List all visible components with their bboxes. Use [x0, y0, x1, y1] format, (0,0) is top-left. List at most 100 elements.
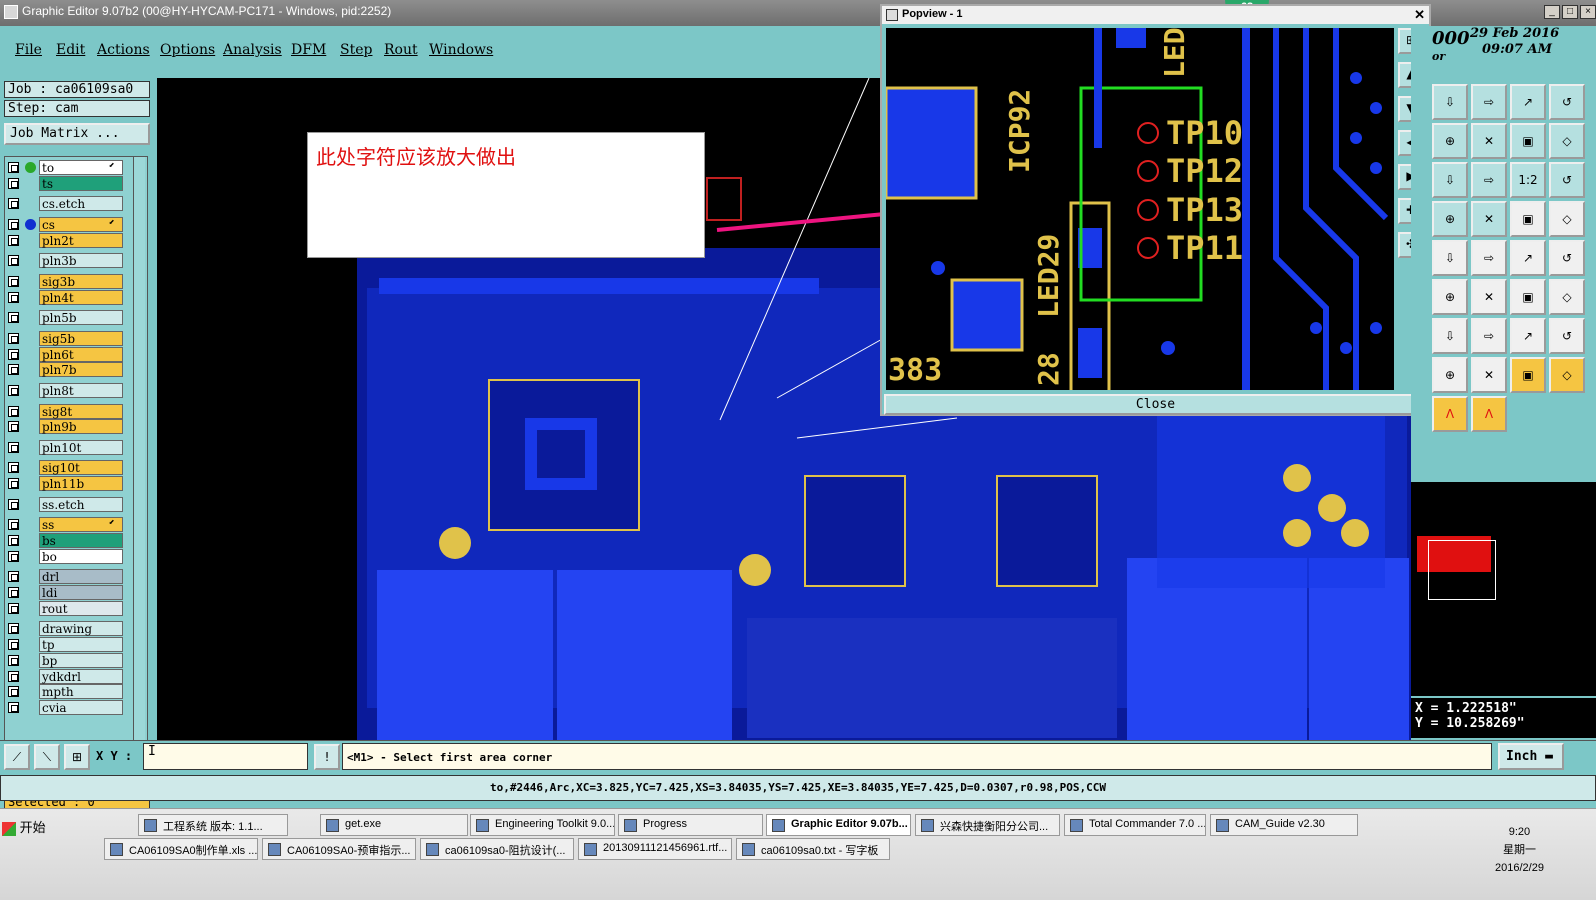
xy-input[interactable]: I [143, 743, 308, 770]
layer-row-drl[interactable]: drl [5, 569, 123, 584]
layer-name[interactable]: sig10t [39, 460, 123, 475]
menu-actions[interactable]: Actions [97, 42, 150, 58]
menu-file[interactable]: File [15, 42, 42, 58]
tool-ab-icon[interactable]: ↺ [1549, 318, 1585, 354]
taskbar-item[interactable]: Progress [618, 814, 763, 836]
layer-name[interactable]: bo [39, 549, 123, 564]
layer-row-to[interactable]: to ⬋ [5, 160, 123, 175]
tool-k-icon[interactable]: 1:2 [1510, 162, 1546, 198]
tool-l-icon[interactable]: ↺ [1549, 162, 1585, 198]
popview-close-icon[interactable]: ✕ [1414, 7, 1425, 23]
tool-r-icon[interactable]: ⇨ [1471, 240, 1507, 276]
layer-checkbox[interactable] [8, 406, 19, 417]
tool-t-icon[interactable]: ↺ [1549, 240, 1585, 276]
tool-ae-icon[interactable]: ▣ [1510, 357, 1546, 393]
tool-b-icon[interactable]: ⇨ [1471, 84, 1507, 120]
layer-name[interactable]: pln7b [39, 362, 123, 377]
layer-list-scrollbar[interactable] [133, 157, 145, 740]
layer-name[interactable]: pln8t [39, 383, 123, 398]
tool-af-icon[interactable]: ◇ [1549, 357, 1585, 393]
layer-checkbox[interactable] [8, 276, 19, 287]
layer-row-ss[interactable]: ss ⬋ [5, 517, 123, 532]
layer-checkbox[interactable] [8, 333, 19, 344]
layer-row-ts[interactable]: ts [5, 176, 123, 191]
layer-name[interactable]: drl [39, 569, 123, 584]
tool-ah-icon[interactable]: Λ [1471, 396, 1507, 432]
tool-c-icon[interactable]: ↗ [1510, 84, 1546, 120]
taskbar-item[interactable]: CA06109SA0-预审指示... [262, 838, 416, 860]
layer-row-drawing[interactable]: drawing [5, 621, 123, 636]
tool-s-icon[interactable]: ↗ [1510, 240, 1546, 276]
taskbar-item[interactable]: ca06109sa0-阻抗设计(... [420, 838, 574, 860]
layer-checkbox[interactable] [8, 623, 19, 634]
popview-close-button[interactable]: Close [884, 394, 1427, 415]
layer-name[interactable]: bs [39, 533, 123, 548]
close-button[interactable]: × [1580, 5, 1596, 19]
taskbar-item[interactable]: CAM_Guide v2.30 [1210, 814, 1358, 836]
layer-checkbox[interactable] [8, 655, 19, 666]
taskbar-item[interactable]: get.exe [320, 814, 468, 836]
tool-q-icon[interactable]: ⇩ [1432, 240, 1468, 276]
layer-checkbox[interactable] [8, 162, 19, 173]
tool-ac-icon[interactable]: ⊕ [1432, 357, 1468, 393]
layer-checkbox[interactable] [8, 292, 19, 303]
tool-n-icon[interactable]: ✕ [1471, 201, 1507, 237]
layer-name[interactable]: tp [39, 637, 123, 652]
layer-row-pln11b[interactable]: pln11b [5, 476, 123, 491]
layer-row-pln10t[interactable]: pln10t [5, 440, 123, 455]
layer-row-ydkdrl[interactable]: ydkdrl [5, 669, 123, 684]
minimap[interactable] [1411, 482, 1596, 696]
taskbar-item[interactable]: 20130911121456961.rtf... [578, 838, 732, 860]
layer-checkbox[interactable] [8, 535, 19, 546]
layer-row-sig5b[interactable]: sig5b [5, 331, 123, 346]
job-matrix-button[interactable]: Job Matrix ... [4, 123, 150, 145]
menu-step[interactable]: Step [340, 42, 372, 58]
layer-row-bs[interactable]: bs [5, 533, 123, 548]
layer-name[interactable]: ts [39, 176, 123, 191]
layer-name[interactable]: ldi [39, 585, 123, 600]
tool-u-icon[interactable]: ⊕ [1432, 279, 1468, 315]
layer-name[interactable]: drawing [39, 621, 123, 636]
measure-icon[interactable]: ⟍ [34, 744, 60, 770]
tool-j-icon[interactable]: ⇨ [1471, 162, 1507, 198]
taskbar-item[interactable]: Engineering Toolkit 9.0... [470, 814, 615, 836]
layer-name[interactable]: sig5b [39, 331, 123, 346]
layer-row-ldi[interactable]: ldi [5, 585, 123, 600]
layer-checkbox[interactable] [8, 421, 19, 432]
tool-ag-icon[interactable]: Λ [1432, 396, 1468, 432]
taskbar-item[interactable]: 工程系统 版本: 1.1... [138, 814, 288, 836]
layer-checkbox[interactable] [8, 364, 19, 375]
layer-name[interactable]: pln5b [39, 310, 123, 325]
layer-checkbox[interactable] [8, 198, 19, 209]
layer-name[interactable]: rout [39, 601, 123, 616]
layer-name[interactable]: pln10t [39, 440, 123, 455]
grid-icon[interactable]: ⊞ [64, 744, 90, 770]
tool-z-icon[interactable]: ⇨ [1471, 318, 1507, 354]
menu-rout[interactable]: Rout [384, 42, 418, 58]
layer-checkbox[interactable] [8, 235, 19, 246]
layer-row-pln4t[interactable]: pln4t [5, 290, 123, 305]
tool-p-icon[interactable]: ◇ [1549, 201, 1585, 237]
tool-aa-icon[interactable]: ↗ [1510, 318, 1546, 354]
taskbar-item[interactable]: Graphic Editor 9.07b... [766, 814, 911, 836]
layer-row-cs-etch[interactable]: cs.etch [5, 196, 123, 211]
menu-dfm[interactable]: DFM [291, 42, 326, 58]
layer-name[interactable]: cs.etch [39, 196, 123, 211]
menu-windows[interactable]: Windows [429, 42, 493, 58]
layer-row-pln5b[interactable]: pln5b [5, 310, 123, 325]
layer-checkbox[interactable] [8, 499, 19, 510]
minimap-viewport[interactable] [1428, 540, 1496, 600]
layer-checkbox[interactable] [8, 519, 19, 530]
layer-row-bp[interactable]: bp [5, 653, 123, 668]
layer-name[interactable]: pln6t [39, 347, 123, 362]
layer-name[interactable]: cvia [39, 700, 123, 715]
taskbar-item[interactable]: Total Commander 7.0 ... [1064, 814, 1206, 836]
unit-selector[interactable]: Inch ▬ [1498, 743, 1564, 770]
layer-checkbox[interactable] [8, 702, 19, 713]
system-clock[interactable]: 9:20 星期一 2016/2/29 [1495, 823, 1544, 877]
layer-checkbox[interactable] [8, 442, 19, 453]
layer-row-pln9b[interactable]: pln9b [5, 419, 123, 434]
layer-name[interactable]: sig3b [39, 274, 123, 289]
layer-name[interactable]: pln11b [39, 476, 123, 491]
tool-o-icon[interactable]: ▣ [1510, 201, 1546, 237]
